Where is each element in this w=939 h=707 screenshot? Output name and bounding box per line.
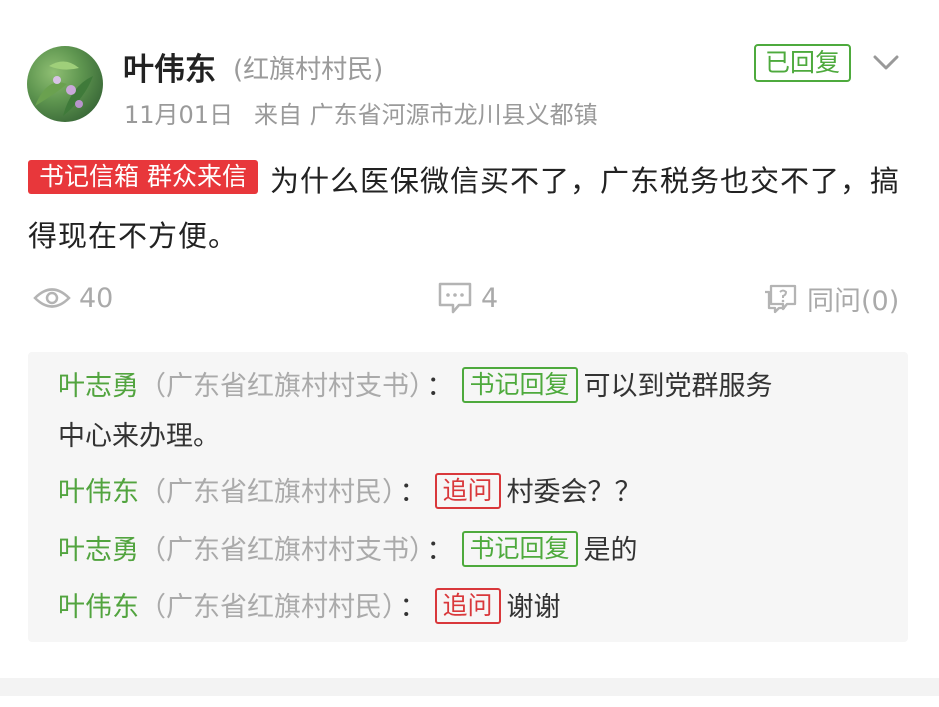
comments-count: 4 [481, 282, 499, 314]
reply-author-role: （广东省红旗村村民） [139, 592, 396, 623]
author-name[interactable]: 叶伟东 [123, 44, 216, 89]
reply-text: 村委会？？ [506, 477, 642, 508]
avatar[interactable] [27, 46, 103, 122]
reply-author[interactable]: 叶志勇 [58, 535, 139, 566]
follow-up-tag: 追问 [434, 473, 501, 509]
reply-colon: ： [426, 535, 454, 566]
reply-author-role: （广东省红旗村村支书） [139, 371, 423, 402]
reply-author-role: （广东省红旗村村民） [139, 477, 396, 508]
reply-item: 叶志勇（广东省红旗村村支书）：书记回复 可以到党群服务 [58, 362, 773, 412]
reply-item: 叶伟东（广东省红旗村村民）：追问 村委会？？ [58, 468, 642, 518]
reply-text: 是的 [583, 535, 638, 566]
reply-author[interactable]: 叶伟东 [58, 477, 139, 508]
reply-thread: 叶志勇（广东省红旗村村支书）：书记回复 可以到党群服务 中心来办理。 叶伟东（广东… [28, 352, 908, 642]
chevron-down-icon[interactable] [871, 52, 901, 74]
ask-also-icon [761, 282, 807, 314]
reply-text: 可以到党群服务 [583, 371, 773, 402]
reply-colon: ： [399, 592, 427, 623]
secretary-reply-tag: 书记回复 [461, 367, 578, 403]
views-stat: 40 [33, 280, 113, 316]
reply-item-continued: 中心来办理。 [58, 412, 220, 462]
post-card: 叶伟东 (红旗村村民) 11月01日 来自 广东省河源市龙川县义都镇 已回复 书… [0, 0, 939, 707]
reply-author-role: （广东省红旗村村支书） [139, 535, 423, 566]
section-divider [0, 678, 939, 696]
ask-also-button[interactable]: 同问(0) [761, 280, 900, 317]
status-badge: 已回复 [754, 44, 852, 82]
ask-also-label: 同问(0) [807, 285, 900, 317]
follow-up-tag: 追问 [434, 588, 501, 624]
reply-text: 中心来办理。 [58, 421, 220, 452]
comment-icon [437, 281, 481, 315]
secretary-reply-tag: 书记回复 [461, 531, 578, 567]
eye-icon [33, 285, 79, 311]
author-role: (红旗村村民) [233, 55, 384, 85]
reply-text: 谢谢 [506, 592, 561, 623]
post-content-line2: 得现在不方便。 [28, 219, 239, 253]
post-location: 来自 广东省河源市龙川县义都镇 [254, 101, 598, 129]
views-count: 40 [79, 282, 114, 314]
reply-item: 叶伟东（广东省红旗村村民）：追问 谢谢 [58, 583, 561, 633]
reply-author[interactable]: 叶伟东 [58, 592, 139, 623]
comments-stat[interactable]: 4 [437, 280, 498, 316]
reply-item: 叶志勇（广东省红旗村村支书）：书记回复 是的 [58, 526, 638, 576]
category-tag: 书记信箱 群众来信 [28, 160, 258, 194]
post-date: 11月01日 [124, 101, 234, 129]
post-content-line1: 为什么医保微信买不了，广东税务也交不了，搞 [270, 164, 901, 198]
reply-colon: ： [426, 371, 454, 402]
reply-author[interactable]: 叶志勇 [58, 371, 139, 402]
reply-colon: ： [399, 477, 427, 508]
